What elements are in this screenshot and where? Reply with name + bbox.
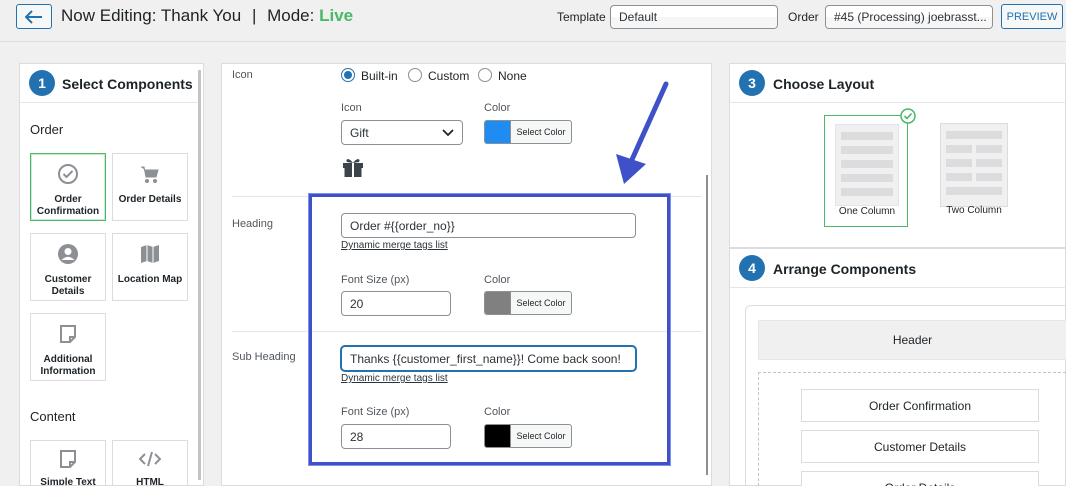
radio-label: Built-in xyxy=(361,69,398,83)
arrange-title: Arrange Components xyxy=(773,261,917,277)
tile-label: Location Map xyxy=(117,274,183,285)
layout-two-column[interactable] xyxy=(940,123,1008,207)
tile-simple-text[interactable]: Simple Text xyxy=(30,440,106,486)
tile-label: Customer Details xyxy=(44,274,92,297)
title-separator: | xyxy=(251,6,257,25)
tile-label: Additional Information xyxy=(40,354,96,377)
heading-label: Heading xyxy=(232,218,273,230)
tile-label: Simple Text xyxy=(40,477,96,486)
back-button[interactable] xyxy=(16,4,52,29)
template-select[interactable]: Default xyxy=(610,5,778,29)
radio-built-in[interactable] xyxy=(341,68,355,82)
chevron-down-icon xyxy=(442,128,454,136)
two-column-icon xyxy=(940,123,1008,207)
cart-icon xyxy=(141,166,159,183)
radio-custom[interactable] xyxy=(408,68,422,82)
preview-button[interactable]: PREVIEW xyxy=(1001,4,1063,29)
code-icon xyxy=(139,451,161,467)
user-circle-icon xyxy=(58,244,78,264)
radio-label: None xyxy=(498,69,527,83)
tile-customer-details[interactable]: Customer Details xyxy=(30,233,106,301)
radio-none[interactable] xyxy=(478,68,492,82)
check-circle-icon xyxy=(900,108,916,129)
layout-label: Two Column xyxy=(946,205,1002,216)
arrow-left-icon xyxy=(25,9,42,24)
tile-html[interactable]: HTML xyxy=(112,440,188,486)
tile-additional-information[interactable]: Additional Information xyxy=(30,313,106,381)
tile-label: HTML xyxy=(136,477,164,486)
icon-color-label: Color xyxy=(484,102,511,114)
annotation-highlight-box xyxy=(309,194,670,465)
mode-value: Live xyxy=(319,6,354,25)
subheading-label: Sub Heading xyxy=(232,351,296,363)
content-section-title: Content xyxy=(30,409,76,424)
tile-label: Order Details xyxy=(118,194,182,205)
step-number: 1 xyxy=(29,70,55,96)
annotation-arrow-icon xyxy=(616,81,669,184)
order-select[interactable]: #45 (Processing) joebrasst... xyxy=(825,5,993,29)
gift-icon xyxy=(341,156,365,183)
editor-scrollbar[interactable] xyxy=(706,175,708,475)
note-icon xyxy=(60,450,76,468)
layout-title: Choose Layout xyxy=(773,76,875,92)
order-select-value: #45 (Processing) joebrasst... xyxy=(834,10,987,24)
icon-color-picker[interactable]: Select Color xyxy=(484,120,572,144)
tile-order-details[interactable]: Order Details xyxy=(112,153,188,221)
arrange-item-customer-details[interactable]: Customer Details xyxy=(801,430,1039,463)
step-number: 3 xyxy=(739,70,765,96)
arrange-item-order-details[interactable]: Order Details xyxy=(801,471,1039,486)
tile-location-map[interactable]: Location Map xyxy=(112,233,188,301)
mode-label: Mode: xyxy=(267,6,315,25)
one-column-icon xyxy=(835,124,899,206)
arrange-item-order-confirmation[interactable]: Order Confirmation xyxy=(801,389,1039,422)
layout-one-column[interactable]: One Column xyxy=(824,115,908,227)
layout-label: One Column xyxy=(838,206,896,217)
arrange-header[interactable]: Header xyxy=(758,320,1066,360)
order-label: Order xyxy=(788,10,819,24)
icon-field-label: Icon xyxy=(341,102,362,114)
note-icon xyxy=(60,325,76,343)
step-number: 4 xyxy=(739,255,765,281)
title-prefix: Now Editing: xyxy=(61,6,157,25)
page-title: Now Editing: Thank You | Mode: Live xyxy=(61,6,353,26)
title-name: Thank You xyxy=(160,6,242,25)
icon-select-value: Gift xyxy=(350,125,369,140)
check-circle-icon xyxy=(58,164,78,184)
template-select-value: Default xyxy=(619,10,658,24)
select-color-label: Select Color xyxy=(516,127,566,137)
radio-label: Custom xyxy=(428,69,470,83)
scrollbar[interactable] xyxy=(198,70,201,480)
icon-section-label: Icon xyxy=(232,69,253,81)
map-icon xyxy=(141,245,159,263)
components-title: Select Components xyxy=(62,76,193,92)
order-section-title: Order xyxy=(30,122,64,137)
template-label: Template xyxy=(557,10,606,24)
tile-order-confirmation[interactable]: Order Confirmation xyxy=(30,153,106,221)
tile-label: Order Confirmation xyxy=(36,194,100,217)
color-swatch xyxy=(485,121,511,143)
icon-select[interactable]: Gift xyxy=(341,120,463,145)
